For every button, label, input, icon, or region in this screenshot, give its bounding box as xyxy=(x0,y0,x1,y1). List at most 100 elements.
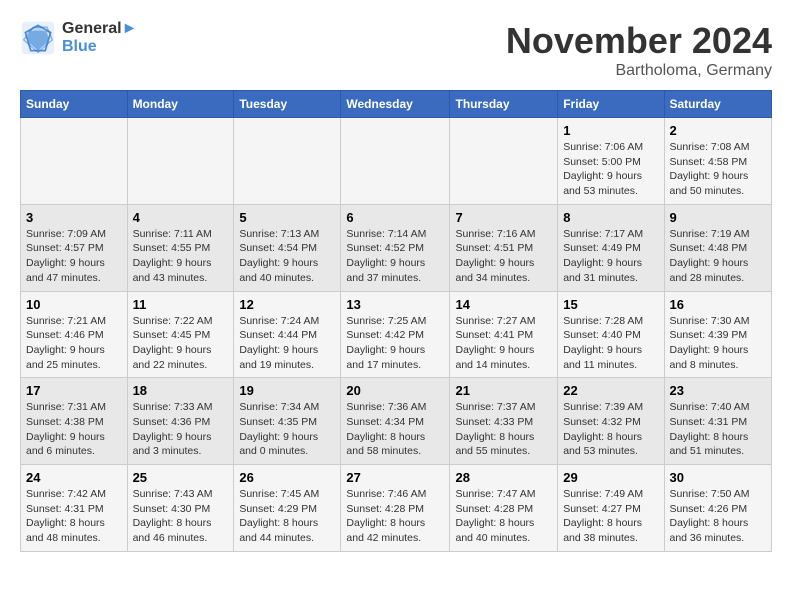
day-info: Sunrise: 7:30 AM Sunset: 4:39 PM Dayligh… xyxy=(670,314,767,373)
day-info: Sunrise: 7:45 AM Sunset: 4:29 PM Dayligh… xyxy=(239,487,335,546)
calendar-cell: 26 Sunrise: 7:45 AM Sunset: 4:29 PM Dayli… xyxy=(234,465,341,552)
day-info: Sunrise: 7:17 AM Sunset: 4:49 PM Dayligh… xyxy=(563,227,658,286)
day-info: Sunrise: 7:27 AM Sunset: 4:41 PM Dayligh… xyxy=(455,314,552,373)
calendar-cell xyxy=(450,118,558,205)
weekday-header: Saturday xyxy=(664,91,772,118)
calendar-cell: 16Sunrise: 7:30 AM Sunset: 4:39 PM Dayli… xyxy=(664,291,772,378)
day-number: 4 xyxy=(133,210,229,225)
day-number: 2 xyxy=(670,123,767,138)
calendar-cell: 5Sunrise: 7:13 AM Sunset: 4:54 PM Daylig… xyxy=(234,204,341,291)
calendar-cell: 12 Sunrise: 7:24 AM Sunset: 4:44 PM Dayli… xyxy=(234,291,341,378)
calendar-cell: 24 Sunrise: 7:42 AM Sunset: 4:31 PM Dayli… xyxy=(21,465,128,552)
day-number: 30 xyxy=(670,470,767,485)
calendar-cell: 11Sunrise: 7:22 AM Sunset: 4:45 PM Dayli… xyxy=(127,291,234,378)
calendar-cell: 1 Sunrise: 7:06 AM Sunset: 5:00 PM Daylig… xyxy=(558,118,664,205)
day-number: 21 xyxy=(455,383,552,398)
day-info: Sunrise: 7:09 AM Sunset: 4:57 PM Dayligh… xyxy=(26,227,122,286)
weekday-header-row: SundayMondayTuesdayWednesdayThursdayFrid… xyxy=(21,91,772,118)
day-info: Sunrise: 7:21 AM Sunset: 4:46 PM Dayligh… xyxy=(26,314,122,373)
calendar-cell: 8 Sunrise: 7:17 AM Sunset: 4:49 PM Daylig… xyxy=(558,204,664,291)
calendar-cell: 27 Sunrise: 7:46 AM Sunset: 4:28 PM Dayli… xyxy=(341,465,450,552)
day-info: Sunrise: 7:37 AM Sunset: 4:33 PM Dayligh… xyxy=(455,400,552,459)
calendar-cell: 9 Sunrise: 7:19 AM Sunset: 4:48 PM Daylig… xyxy=(664,204,772,291)
logo-icon xyxy=(20,20,56,56)
day-info: Sunrise: 7:34 AM Sunset: 4:35 PM Dayligh… xyxy=(239,400,335,459)
day-number: 5 xyxy=(239,210,335,225)
day-info: Sunrise: 7:31 AM Sunset: 4:38 PM Dayligh… xyxy=(26,400,122,459)
day-number: 22 xyxy=(563,383,658,398)
day-number: 11 xyxy=(133,297,229,312)
month-title: November 2024 xyxy=(506,20,772,62)
day-info: Sunrise: 7:36 AM Sunset: 4:34 PM Dayligh… xyxy=(346,400,444,459)
calendar-cell: 15 Sunrise: 7:28 AM Sunset: 4:40 PM Dayli… xyxy=(558,291,664,378)
day-number: 28 xyxy=(455,470,552,485)
day-info: Sunrise: 7:33 AM Sunset: 4:36 PM Dayligh… xyxy=(133,400,229,459)
calendar-cell: 13 Sunrise: 7:25 AM Sunset: 4:42 PM Dayli… xyxy=(341,291,450,378)
logo: General► Blue xyxy=(20,20,137,56)
calendar-cell: 17 Sunrise: 7:31 AM Sunset: 4:38 PM Dayli… xyxy=(21,378,128,465)
day-info: Sunrise: 7:42 AM Sunset: 4:31 PM Dayligh… xyxy=(26,487,122,546)
day-info: Sunrise: 7:39 AM Sunset: 4:32 PM Dayligh… xyxy=(563,400,658,459)
calendar-cell: 19Sunrise: 7:34 AM Sunset: 4:35 PM Dayli… xyxy=(234,378,341,465)
weekday-header: Friday xyxy=(558,91,664,118)
day-info: Sunrise: 7:49 AM Sunset: 4:27 PM Dayligh… xyxy=(563,487,658,546)
day-info: Sunrise: 7:25 AM Sunset: 4:42 PM Dayligh… xyxy=(346,314,444,373)
day-info: Sunrise: 7:08 AM Sunset: 4:58 PM Dayligh… xyxy=(670,140,767,199)
day-info: Sunrise: 7:14 AM Sunset: 4:52 PM Dayligh… xyxy=(346,227,444,286)
day-number: 20 xyxy=(346,383,444,398)
calendar-cell: 4 Sunrise: 7:11 AM Sunset: 4:55 PM Daylig… xyxy=(127,204,234,291)
day-info: Sunrise: 7:50 AM Sunset: 4:26 PM Dayligh… xyxy=(670,487,767,546)
day-number: 6 xyxy=(346,210,444,225)
day-number: 13 xyxy=(346,297,444,312)
calendar-cell: 29 Sunrise: 7:49 AM Sunset: 4:27 PM Dayli… xyxy=(558,465,664,552)
day-info: Sunrise: 7:40 AM Sunset: 4:31 PM Dayligh… xyxy=(670,400,767,459)
calendar-cell xyxy=(127,118,234,205)
day-number: 1 xyxy=(563,123,658,138)
calendar-cell: 10Sunrise: 7:21 AM Sunset: 4:46 PM Dayli… xyxy=(21,291,128,378)
day-number: 12 xyxy=(239,297,335,312)
weekday-header: Wednesday xyxy=(341,91,450,118)
day-number: 18 xyxy=(133,383,229,398)
page-header: General► Blue November 2024 Bartholoma, … xyxy=(20,20,772,80)
day-info: Sunrise: 7:47 AM Sunset: 4:28 PM Dayligh… xyxy=(455,487,552,546)
day-info: Sunrise: 7:43 AM Sunset: 4:30 PM Dayligh… xyxy=(133,487,229,546)
calendar-week-row: 3 Sunrise: 7:09 AM Sunset: 4:57 PM Daylig… xyxy=(21,204,772,291)
day-info: Sunrise: 7:06 AM Sunset: 5:00 PM Dayligh… xyxy=(563,140,658,199)
calendar-cell: 28 Sunrise: 7:47 AM Sunset: 4:28 PM Dayli… xyxy=(450,465,558,552)
calendar-cell: 2 Sunrise: 7:08 AM Sunset: 4:58 PM Daylig… xyxy=(664,118,772,205)
day-number: 24 xyxy=(26,470,122,485)
calendar-cell xyxy=(234,118,341,205)
day-info: Sunrise: 7:24 AM Sunset: 4:44 PM Dayligh… xyxy=(239,314,335,373)
calendar-cell: 14Sunrise: 7:27 AM Sunset: 4:41 PM Dayli… xyxy=(450,291,558,378)
day-info: Sunrise: 7:28 AM Sunset: 4:40 PM Dayligh… xyxy=(563,314,658,373)
calendar-cell: 21 Sunrise: 7:37 AM Sunset: 4:33 PM Dayli… xyxy=(450,378,558,465)
day-number: 17 xyxy=(26,383,122,398)
calendar-cell: 18 Sunrise: 7:33 AM Sunset: 4:36 PM Dayli… xyxy=(127,378,234,465)
calendar-cell: 7Sunrise: 7:16 AM Sunset: 4:51 PM Daylig… xyxy=(450,204,558,291)
day-info: Sunrise: 7:11 AM Sunset: 4:55 PM Dayligh… xyxy=(133,227,229,286)
day-number: 23 xyxy=(670,383,767,398)
day-number: 26 xyxy=(239,470,335,485)
weekday-header: Sunday xyxy=(21,91,128,118)
weekday-header: Thursday xyxy=(450,91,558,118)
day-info: Sunrise: 7:16 AM Sunset: 4:51 PM Dayligh… xyxy=(455,227,552,286)
calendar-cell xyxy=(21,118,128,205)
weekday-header: Tuesday xyxy=(234,91,341,118)
day-number: 29 xyxy=(563,470,658,485)
calendar-cell: 30 Sunrise: 7:50 AM Sunset: 4:26 PM Dayli… xyxy=(664,465,772,552)
calendar-week-row: 17 Sunrise: 7:31 AM Sunset: 4:38 PM Dayli… xyxy=(21,378,772,465)
calendar-cell: 20 Sunrise: 7:36 AM Sunset: 4:34 PM Dayli… xyxy=(341,378,450,465)
day-number: 27 xyxy=(346,470,444,485)
logo-text: General► Blue xyxy=(62,20,137,56)
calendar-week-row: 24 Sunrise: 7:42 AM Sunset: 4:31 PM Dayli… xyxy=(21,465,772,552)
day-info: Sunrise: 7:19 AM Sunset: 4:48 PM Dayligh… xyxy=(670,227,767,286)
day-number: 15 xyxy=(563,297,658,312)
day-number: 8 xyxy=(563,210,658,225)
title-block: November 2024 Bartholoma, Germany xyxy=(506,20,772,80)
calendar-cell: 6 Sunrise: 7:14 AM Sunset: 4:52 PM Daylig… xyxy=(341,204,450,291)
calendar-cell xyxy=(341,118,450,205)
day-number: 9 xyxy=(670,210,767,225)
day-info: Sunrise: 7:46 AM Sunset: 4:28 PM Dayligh… xyxy=(346,487,444,546)
day-number: 3 xyxy=(26,210,122,225)
weekday-header: Monday xyxy=(127,91,234,118)
